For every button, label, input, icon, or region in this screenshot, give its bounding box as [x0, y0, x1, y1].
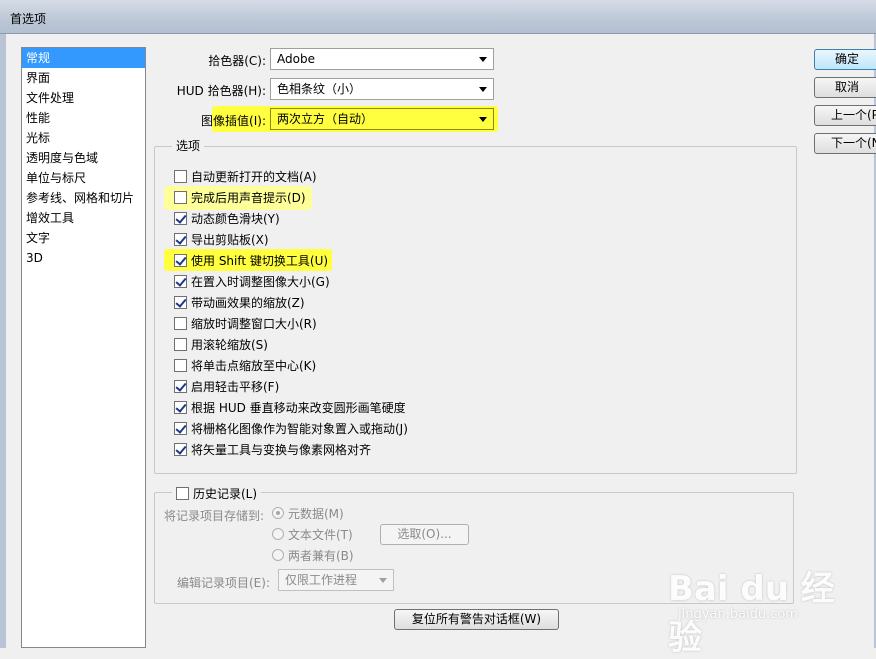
option-export-clipboard[interactable]: 导出剪贴板(X) [174, 229, 269, 249]
chevron-down-icon [379, 578, 387, 583]
color-picker-value: Adobe [277, 52, 315, 66]
category-item-units[interactable]: 单位与标尺 [22, 168, 145, 188]
hud-picker-select[interactable]: 色相条纹（小） [270, 78, 494, 100]
title-bar: 首选项 [0, 0, 876, 34]
checkbox-hud-brush-hardness[interactable] [174, 400, 187, 414]
radio-text-file[interactable] [272, 528, 284, 540]
option-dynamic-sliders[interactable]: 动态颜色滑块(Y) [174, 208, 280, 228]
option-shift-tool-switch[interactable]: 使用 Shift 键切换工具(U) [174, 250, 328, 270]
checkbox-zoom-resizes-windows[interactable] [174, 316, 187, 330]
option-label: 将矢量工具与变换与像素网格对齐 [191, 442, 372, 457]
checkbox-export-clipboard[interactable] [174, 232, 187, 246]
radio-row-both[interactable]: 两者兼有(B) [272, 545, 354, 565]
baidu-watermark: Bai du 经验 jingyan.baidu.com [668, 555, 868, 658]
option-label: 使用 Shift 键切换工具(U) [191, 253, 329, 268]
next-button[interactable]: 下一个(N) [814, 133, 876, 154]
radio-both[interactable] [272, 549, 284, 561]
checkbox-zoom-clicked-point[interactable] [174, 358, 187, 372]
reset-warnings-button[interactable]: 复位所有警告对话框(W) [394, 609, 559, 630]
radio-label: 文本文件(T) [288, 527, 353, 542]
hud-picker-value: 色相条纹（小） [277, 82, 362, 96]
category-item-cursors[interactable]: 光标 [22, 128, 145, 148]
watermark-url: jingyan.baidu.com [678, 607, 798, 622]
option-flick-panning[interactable]: 启用轻击平移(F) [174, 376, 279, 396]
checkbox-shift-tool-switch[interactable] [174, 253, 187, 267]
category-item-3d[interactable]: 3D [22, 248, 145, 268]
option-snap-vector-tools[interactable]: 将矢量工具与变换与像素网格对齐 [174, 439, 371, 459]
option-label: 启用轻击平移(F) [191, 379, 280, 394]
history-edit-value: 仅限工作进程 [285, 573, 358, 587]
category-item-transparency[interactable]: 透明度与色域 [22, 148, 145, 168]
chevron-down-icon [479, 117, 487, 122]
checkbox-scroll-wheel-zoom[interactable] [174, 337, 187, 351]
category-item-plugins[interactable]: 增效工具 [22, 208, 145, 228]
hud-picker-label: HUD 拾色器(H): [176, 84, 266, 98]
option-auto-update[interactable]: 自动更新打开的文档(A) [174, 166, 317, 186]
checkbox-history-log[interactable] [176, 486, 189, 500]
option-place-smart-object[interactable]: 将栅格化图像作为智能对象置入或拖动(J) [174, 418, 408, 438]
option-label: 根据 HUD 垂直移动来改变圆形画笔硬度 [191, 400, 406, 415]
category-item-file-handling[interactable]: 文件处理 [22, 88, 145, 108]
option-hud-brush-hardness[interactable]: 根据 HUD 垂直移动来改变圆形画笔硬度 [174, 397, 406, 417]
color-picker-select[interactable]: Adobe [270, 48, 494, 70]
option-label: 用滚轮缩放(S) [191, 337, 268, 352]
chevron-down-icon [479, 57, 487, 62]
option-resize-on-place[interactable]: 在置入时调整图像大小(G) [174, 271, 330, 291]
radio-metadata[interactable] [272, 507, 284, 519]
window-title: 首选项 [10, 12, 47, 26]
options-legend: 选项 [172, 137, 205, 154]
previous-button[interactable]: 上一个(P) [814, 105, 876, 126]
option-zoom-resizes-windows[interactable]: 缩放时调整窗口大小(R) [174, 313, 317, 333]
choose-file-button[interactable]: 选取(O)... [380, 524, 469, 545]
category-item-interface[interactable]: 界面 [22, 68, 145, 88]
interpolation-select[interactable]: 两次立方（自动） [270, 108, 494, 130]
option-beep-when-done[interactable]: 完成后用声音提示(D) [174, 187, 306, 207]
option-label: 导出剪贴板(X) [191, 232, 269, 247]
checkbox-snap-vector-tools[interactable] [174, 442, 187, 456]
option-label: 在置入时调整图像大小(G) [191, 274, 330, 289]
checkbox-dynamic-sliders[interactable] [174, 211, 187, 225]
interpolation-value: 两次立方（自动） [277, 112, 374, 126]
history-edit-label: 编辑记录项目(E): [177, 576, 270, 590]
option-label: 动态颜色滑块(Y) [191, 211, 280, 226]
cancel-button[interactable]: 取消 [814, 77, 876, 98]
radio-label: 元数据(M) [288, 506, 344, 521]
checkbox-place-smart-object[interactable] [174, 421, 187, 435]
option-zoom-clicked-point[interactable]: 将单击点缩放至中心(K) [174, 355, 316, 375]
option-label: 完成后用声音提示(D) [191, 190, 306, 205]
history-legend[interactable]: 历史记录(L) [172, 484, 262, 502]
history-edit-select[interactable]: 仅限工作进程 [278, 569, 394, 591]
checkbox-flick-panning[interactable] [174, 379, 187, 393]
category-item-type[interactable]: 文字 [22, 228, 145, 248]
category-list[interactable]: 常规 界面 文件处理 性能 光标 透明度与色域 单位与标尺 参考线、网格和切片 … [21, 47, 146, 648]
category-item-guides[interactable]: 参考线、网格和切片 [22, 188, 145, 208]
radio-row-metadata[interactable]: 元数据(M) [272, 503, 344, 523]
option-label: 将单击点缩放至中心(K) [191, 358, 317, 373]
radio-row-text-file[interactable]: 文本文件(T) [272, 524, 353, 544]
option-animated-zoom[interactable]: 带动画效果的缩放(Z) [174, 292, 305, 312]
interpolation-label: 图像插值(I): [201, 114, 266, 128]
checkbox-resize-on-place[interactable] [174, 274, 187, 288]
history-store-label: 将记录项目存储到: [163, 509, 264, 523]
category-item-performance[interactable]: 性能 [22, 108, 145, 128]
option-label: 缩放时调整窗口大小(R) [191, 316, 317, 331]
ok-button[interactable]: 确定 [814, 49, 876, 70]
checkbox-animated-zoom[interactable] [174, 295, 187, 309]
option-label: 带动画效果的缩放(Z) [191, 295, 305, 310]
category-item-general[interactable]: 常规 [22, 48, 145, 68]
checkbox-beep-when-done[interactable] [174, 190, 187, 204]
option-scroll-wheel-zoom[interactable]: 用滚轮缩放(S) [174, 334, 268, 354]
option-label: 自动更新打开的文档(A) [191, 169, 317, 184]
color-picker-label: 拾色器(C): [208, 54, 266, 68]
history-legend-label: 历史记录(L) [193, 486, 258, 501]
checkbox-auto-update[interactable] [174, 169, 187, 183]
option-label: 将栅格化图像作为智能对象置入或拖动(J) [191, 421, 408, 436]
chevron-down-icon [479, 87, 487, 92]
radio-label: 两者兼有(B) [288, 548, 354, 563]
